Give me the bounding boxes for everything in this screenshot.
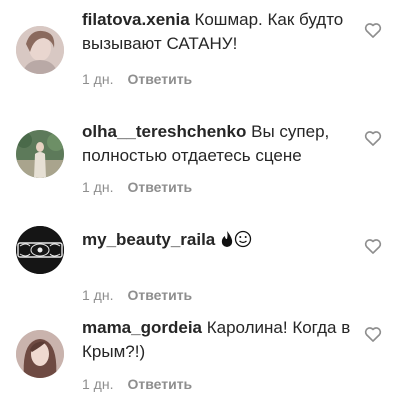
comment-username[interactable]: filatova.xenia bbox=[82, 10, 190, 29]
heart-icon bbox=[364, 327, 382, 342]
comment-time: 1 дн. bbox=[82, 376, 114, 392]
comment-username[interactable]: my_beauty_raila bbox=[82, 230, 215, 249]
avatar[interactable] bbox=[16, 130, 64, 178]
comment-meta: 1 дн. Ответить bbox=[82, 70, 192, 88]
heart-icon bbox=[364, 23, 382, 38]
like-button[interactable] bbox=[363, 128, 383, 148]
comment-time: 1 дн. bbox=[82, 71, 114, 87]
comment-meta: 1 дн. Ответить bbox=[82, 286, 192, 304]
avatar[interactable] bbox=[16, 226, 64, 274]
comment-text: olha__tereshchenko Вы супер, полностью о… bbox=[82, 120, 352, 168]
reply-button[interactable]: Ответить bbox=[127, 375, 192, 393]
like-button[interactable] bbox=[363, 20, 383, 40]
comment-text: filatova.xenia Кошмар. Как будто вызываю… bbox=[82, 8, 352, 56]
user-avatar-photo bbox=[16, 26, 64, 74]
like-button[interactable] bbox=[363, 324, 383, 344]
like-button[interactable] bbox=[363, 236, 383, 256]
reply-button[interactable]: Ответить bbox=[127, 70, 192, 88]
comment-text: mama_gordeia Каролина! Когда в Крым?!) bbox=[82, 316, 352, 364]
comment-time: 1 дн. bbox=[82, 179, 114, 195]
logo-avatar bbox=[16, 226, 64, 274]
comment-username[interactable]: mama_gordeia bbox=[82, 318, 202, 337]
comment-text: my_beauty_raila bbox=[82, 228, 352, 255]
smiling-face-icon bbox=[234, 230, 252, 255]
avatar[interactable] bbox=[16, 26, 64, 74]
comment-username[interactable]: olha__tereshchenko bbox=[82, 122, 246, 141]
comment-meta: 1 дн. Ответить bbox=[82, 178, 192, 196]
fire-icon bbox=[220, 230, 234, 255]
heart-icon bbox=[364, 131, 382, 146]
comment-meta: 1 дн. Ответить bbox=[82, 375, 192, 393]
comment-time: 1 дн. bbox=[82, 287, 114, 303]
user-avatar-photo bbox=[16, 130, 64, 178]
heart-icon bbox=[364, 239, 382, 254]
avatar[interactable] bbox=[16, 330, 64, 378]
reply-button[interactable]: Ответить bbox=[127, 286, 192, 304]
reply-button[interactable]: Ответить bbox=[127, 178, 192, 196]
user-avatar-photo bbox=[16, 330, 64, 378]
